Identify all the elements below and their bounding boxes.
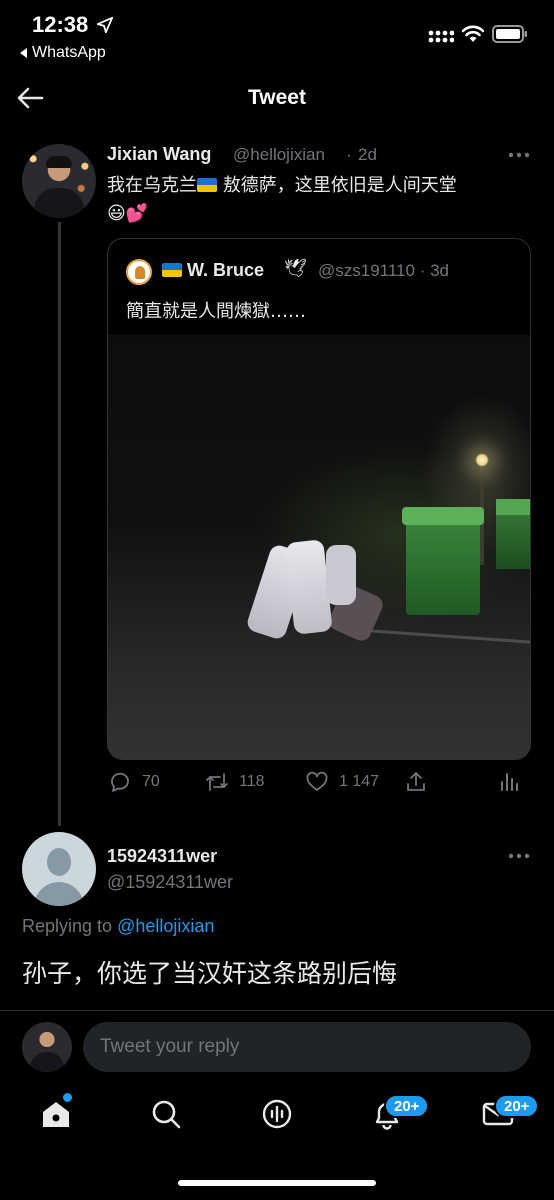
street-lamp [475, 453, 489, 467]
author-handle[interactable]: @hellojixian [233, 145, 325, 165]
quoted-tweet-age: 3d [430, 261, 449, 280]
analytics-action[interactable] [497, 770, 521, 794]
like-count: 1 147 [339, 773, 380, 790]
notifications-badge: 20+ [384, 1094, 430, 1118]
reply-count: 70 [142, 773, 160, 790]
quoted-tweet-card[interactable]: W. Bruce 🕊 @szs191110 · 3d 簡直就是人間煉獄…… [107, 238, 531, 760]
location-arrow-icon [96, 16, 114, 34]
quoted-author-handle: @szs191110 [318, 261, 415, 280]
quoted-author-name: W. Bruce [162, 260, 264, 281]
home-indicator [178, 1180, 376, 1186]
compose-placeholder: Tweet your reply [100, 1036, 240, 1057]
retweet-icon [206, 773, 228, 791]
retweet-action[interactable]: 118 [205, 770, 265, 794]
back-to-app-label: WhatsApp [32, 44, 106, 61]
reply-author-handle[interactable]: @15924311wer [107, 872, 233, 893]
cellular-signal-icon [428, 30, 454, 43]
back-to-app-link[interactable]: WhatsApp [20, 44, 106, 62]
tweet-text: 我在乌克兰 敖德萨，这里依旧是人间天堂 😃💕 [107, 172, 527, 228]
tab-spaces[interactable] [259, 1096, 295, 1132]
search-icon [152, 1100, 181, 1129]
reply-author-avatar[interactable] [22, 832, 96, 906]
handle-separator: · [346, 145, 352, 164]
reply-action[interactable]: 70 [108, 770, 160, 794]
tweet-text-part1: 我在乌克兰 [107, 175, 197, 196]
more-options-icon[interactable] [508, 151, 530, 159]
reply-text: 孙子，你选了当汉奸这条路别后悔 [22, 959, 398, 988]
retweet-count: 118 [239, 773, 265, 790]
quoted-video[interactable] [108, 335, 530, 759]
battery-icon [492, 25, 527, 43]
replying-to-link[interactable]: @hellojixian [117, 916, 214, 936]
tab-explore[interactable] [148, 1096, 184, 1132]
author-name[interactable]: Jixian Wang [107, 144, 211, 165]
page-title: Tweet [248, 86, 306, 109]
reply-author-name[interactable]: 15924311wer [107, 846, 217, 867]
dove-emoji: 🕊 [284, 258, 307, 278]
thread-line [58, 222, 61, 826]
reply-compose-input[interactable]: Tweet your reply [83, 1022, 531, 1072]
quoted-author-name-text: W. Bruce [187, 260, 265, 280]
spaces-icon [262, 1099, 292, 1129]
author-avatar[interactable] [22, 144, 96, 218]
status-time: 12:38 [32, 12, 89, 37]
green-dumpster [402, 507, 484, 615]
tweet-age: 2d [358, 145, 377, 164]
heart-icon [306, 771, 328, 791]
replying-to-line: Replying to @hellojixian [22, 916, 214, 937]
replying-to-prefix: Replying to [22, 916, 113, 936]
figure-white-suit [326, 545, 356, 605]
quoted-author-meta: @szs191110 · 3d [318, 261, 449, 280]
messages-badge: 20+ [494, 1094, 540, 1118]
reply-icon [111, 772, 129, 792]
share-icon [407, 772, 425, 791]
tweet-text-part2: 敖德萨，这里依旧是人间天堂 [222, 175, 457, 196]
back-triangle-icon [20, 48, 27, 58]
divider [0, 1010, 554, 1011]
my-avatar[interactable] [22, 1022, 72, 1072]
analytics-icon [501, 773, 518, 791]
quoted-tweet-text: 簡直就是人間煉獄…… [126, 301, 306, 322]
ukraine-flag-icon [197, 178, 217, 192]
tweet-emoji: 😃💕 [107, 203, 149, 224]
wifi-icon [461, 25, 485, 42]
home-new-dot [63, 1093, 72, 1102]
share-action[interactable] [404, 770, 428, 794]
quoted-author-avatar [126, 259, 152, 285]
like-action[interactable]: 1 147 [305, 770, 379, 794]
reply-more-options-icon[interactable] [508, 852, 530, 860]
ukraine-flag-icon [162, 263, 182, 277]
